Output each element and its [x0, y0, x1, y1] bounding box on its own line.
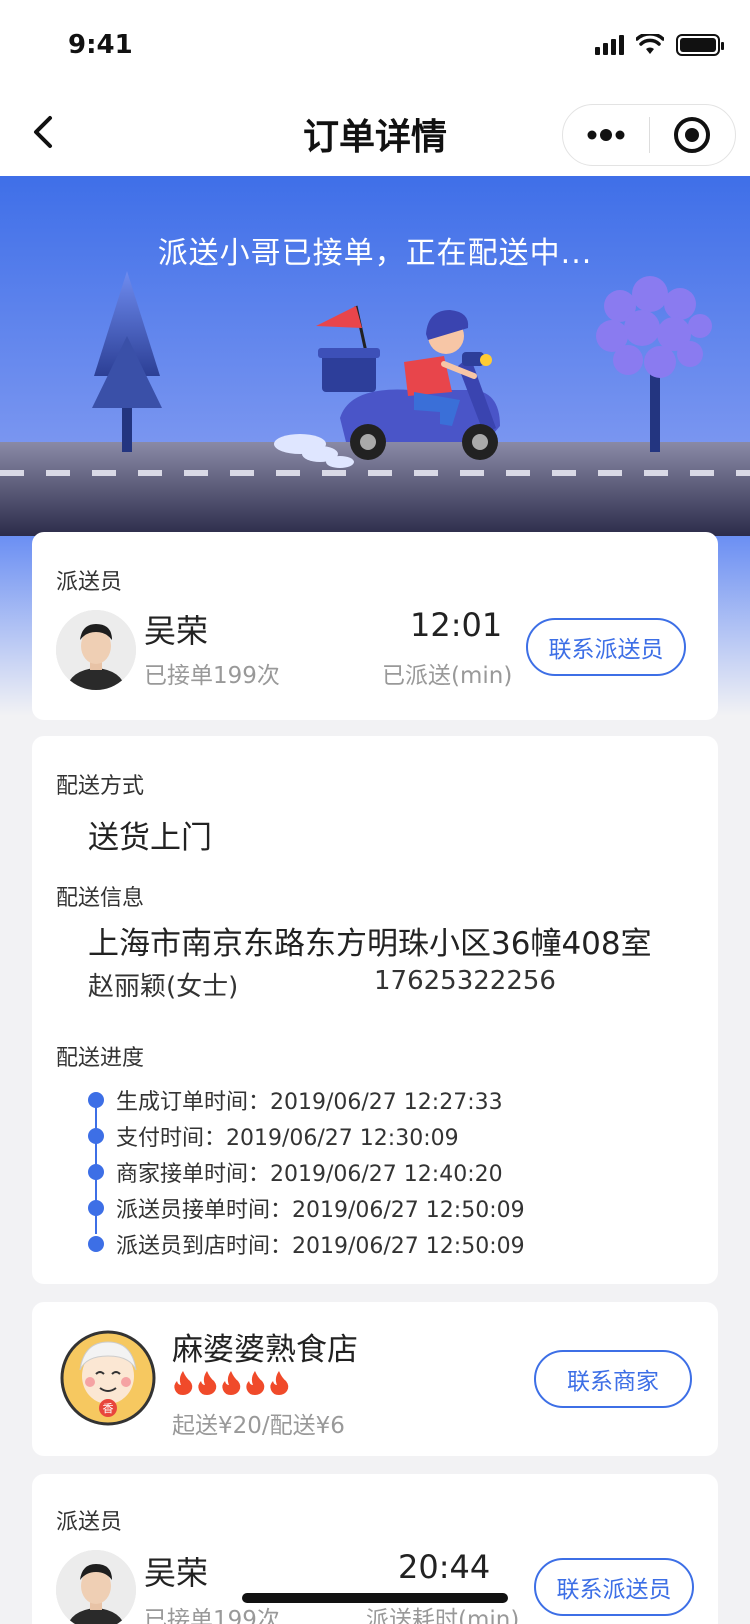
delivery-info-label: 配送信息	[56, 886, 145, 911]
courier-order-count: 已接单199次	[144, 1607, 280, 1624]
timeline-dot	[88, 1164, 104, 1180]
delivery-duration: 20:44	[398, 1548, 491, 1586]
close-miniprogram-button[interactable]	[650, 105, 736, 165]
contact-shop-button[interactable]: 联系商家	[534, 1350, 692, 1408]
delivery-duration-label: 派送耗时(min)	[366, 1607, 520, 1624]
timeline-dot	[88, 1236, 104, 1252]
courier-section-label: 派送员	[56, 1510, 123, 1535]
courier-name: 吴荣	[144, 612, 209, 650]
shop-rating	[172, 1370, 290, 1396]
status-time: 9:41	[68, 30, 133, 60]
delivery-method-label: 配送方式	[56, 774, 145, 799]
status-icons	[595, 34, 724, 56]
delivery-status-message: 派送小哥已接单，正在配送中...	[157, 236, 593, 271]
nav-bar: 订单详情	[0, 88, 750, 176]
recipient-name: 赵丽颖(女士)	[88, 972, 239, 1002]
courier-name: 吴荣	[144, 1554, 209, 1592]
timeline-item: 生成订单时间：2019/06/27 12:27:33	[88, 1082, 688, 1118]
signal-icon	[595, 35, 624, 55]
timeline-item: 支付时间：2019/06/27 12:30:09	[88, 1118, 688, 1154]
timeline-text: 派送员接单时间：2019/06/27 12:50:09	[116, 1198, 525, 1223]
flame-icon	[174, 1371, 193, 1395]
delivery-progress-timeline: 生成订单时间：2019/06/27 12:27:33 支付时间：2019/06/…	[88, 1082, 688, 1262]
delivery-progress-label: 配送进度	[56, 1046, 145, 1071]
shop-fee-info: 起送¥20/配送¥6	[172, 1413, 345, 1439]
more-button[interactable]	[563, 105, 649, 165]
contact-courier-button[interactable]: 联系派送员	[526, 618, 686, 676]
more-dots-icon	[587, 129, 625, 141]
timeline-dot	[88, 1092, 104, 1108]
home-indicator	[242, 1593, 508, 1603]
delivery-hero-banner: 派送小哥已接单，正在配送中...	[0, 176, 750, 536]
courier-section-label: 派送员	[56, 570, 123, 595]
courier-avatar	[56, 1550, 136, 1624]
recipient-phone: 17625322256	[374, 966, 556, 996]
delivery-elapsed-time: 12:01	[410, 606, 503, 644]
timeline-item: 派送员接单时间：2019/06/27 12:50:09	[88, 1190, 688, 1226]
timeline-dot	[88, 1128, 104, 1144]
flame-icon	[198, 1371, 217, 1395]
timeline-text: 商家接单时间：2019/06/27 12:40:20	[116, 1162, 503, 1187]
shop-name: 麻婆婆熟食店	[172, 1332, 358, 1368]
delivery-address: 上海市南京东路东方明珠小区36幢408室	[88, 926, 652, 962]
timeline-text: 支付时间：2019/06/27 12:30:09	[116, 1126, 459, 1151]
flame-icon	[270, 1371, 289, 1395]
delivery-method-value: 送货上门	[88, 820, 212, 856]
flame-icon	[222, 1371, 241, 1395]
delivery-info-card: 配送方式 送货上门 配送信息 上海市南京东路东方明珠小区36幢408室 赵丽颖(…	[32, 736, 718, 1284]
shop-logo: 香	[60, 1330, 156, 1426]
status-bar: 9:41	[0, 0, 750, 88]
battery-icon	[676, 34, 724, 56]
shop-logo-text: 香	[102, 1402, 114, 1415]
flame-icon	[246, 1371, 265, 1395]
timeline-dot	[88, 1200, 104, 1216]
timeline-item: 派送员到店时间：2019/06/27 12:50:09	[88, 1226, 688, 1262]
delivery-elapsed-label: 已派送(min)	[382, 663, 513, 689]
timeline-item: 商家接单时间：2019/06/27 12:40:20	[88, 1154, 688, 1190]
target-circle-icon	[674, 117, 711, 153]
timeline-text: 生成订单时间：2019/06/27 12:27:33	[116, 1090, 503, 1115]
wifi-icon	[636, 34, 664, 54]
miniprogram-capsule	[562, 104, 736, 166]
courier-order-count: 已接单199次	[144, 663, 280, 689]
shop-card: 香 麻婆婆熟食店 起送¥20/配送¥6 联系商家	[32, 1302, 718, 1456]
courier-avatar	[56, 610, 136, 690]
contact-courier-button[interactable]: 联系派送员	[534, 1558, 694, 1616]
timeline-text: 派送员到店时间：2019/06/27 12:50:09	[116, 1234, 525, 1259]
courier-card: 派送员 吴荣 已接单199次 12:01 已派送(min) 联系派送员	[32, 532, 718, 720]
